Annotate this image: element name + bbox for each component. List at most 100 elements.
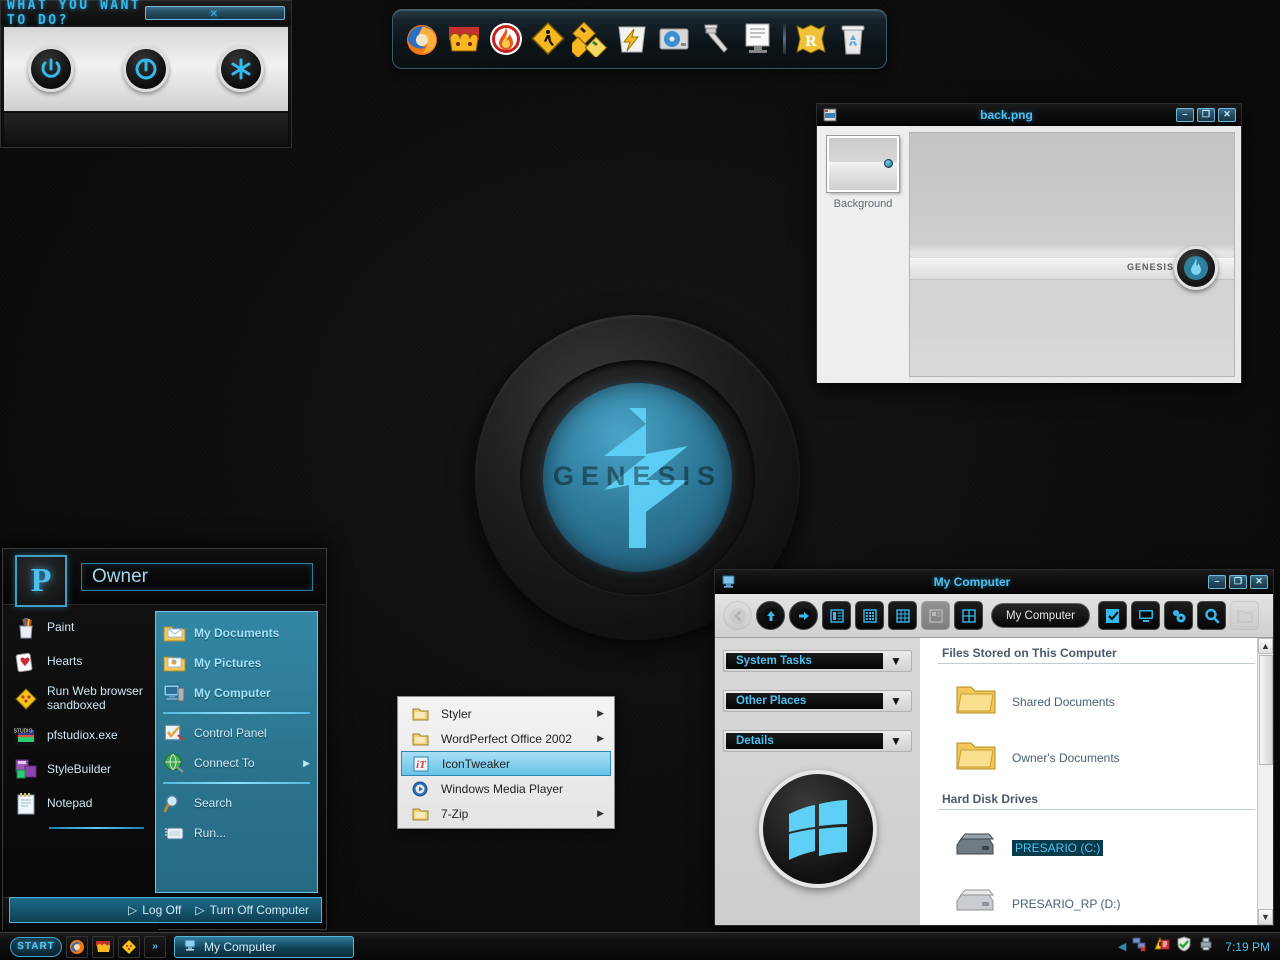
display-tool-button[interactable] <box>1131 601 1161 630</box>
start-menu[interactable]: P Owner Paint Hearts Run Web browser san… <box>2 548 327 931</box>
start-menu-item-paint[interactable]: Paint <box>9 611 155 645</box>
view-list-button[interactable] <box>822 601 851 630</box>
table-row[interactable]: Shared Documents <box>920 674 1273 730</box>
warning-icon[interactable] <box>1154 936 1170 957</box>
restore-button[interactable]: ❐ <box>1197 107 1215 122</box>
taskbar-item-my-computer[interactable]: My Computer <box>174 935 354 958</box>
desktop[interactable]: GENESIS R back.png – ❐ ✕ Background GENE… <box>0 0 1280 960</box>
start-menu-item-hearts[interactable]: Hearts <box>9 645 155 679</box>
start-menu-item-my-computer[interactable]: My Computer <box>161 678 312 708</box>
start-menu-item-my-documents[interactable]: My Documents <box>161 618 312 648</box>
start-menu-item-pfstudiox[interactable]: STUDIO pfstudiox.exe <box>9 719 155 753</box>
dock-item-recycle-bin[interactable] <box>833 17 873 61</box>
quicklaunch-mozilla[interactable] <box>92 935 114 958</box>
taskbar[interactable]: START » My Computer ◀ 7:19 PM <box>0 932 1280 960</box>
restart-button[interactable] <box>122 46 169 92</box>
start-menu-item-stylebuilder[interactable]: StyleBuilder <box>9 753 155 787</box>
start-menu-item-sandbox[interactable]: Run Web browser sandboxed <box>9 679 155 719</box>
dock-item-notepad[interactable] <box>738 17 778 61</box>
shutdown-dialog[interactable]: WHAT YOU WANT TO DO? ✕ <box>0 0 292 148</box>
start-menu-right-column[interactable]: My Documents My Pictures My Computer Con… <box>155 611 318 893</box>
sidebar-panel-other-places[interactable]: Other Places ▼ <box>723 690 912 712</box>
image-canvas[interactable]: GENESIS <box>909 132 1235 377</box>
start-menu-left-column[interactable]: Paint Hearts Run Web browser sandboxed S… <box>3 605 155 897</box>
submenu-item-icontweaker[interactable]: iT IconTweaker <box>401 751 611 776</box>
address-bar[interactable]: My Computer <box>991 603 1091 628</box>
dock-item-flame[interactable] <box>486 17 526 61</box>
dock-item-mozilla[interactable] <box>444 17 484 61</box>
dock-item-brush[interactable] <box>696 17 736 61</box>
table-row[interactable]: PRESARIO_RP (D:) <box>920 876 1273 925</box>
image-viewer-titlebar[interactable]: back.png – ❐ ✕ <box>817 104 1241 126</box>
view-icons-button[interactable] <box>954 601 983 630</box>
forward-button[interactable] <box>789 601 818 630</box>
printer-icon[interactable] <box>1198 936 1214 957</box>
start-menu-footer[interactable]: ▷ Log Off ▷ Turn Off Computer <box>9 897 322 923</box>
dock-item-lightning[interactable] <box>612 17 652 61</box>
scrollbar-thumb[interactable] <box>1259 655 1273 765</box>
my-computer-toolbar[interactable]: My Computer <box>715 594 1273 638</box>
shutdown-dialog-close-button[interactable]: ✕ <box>145 6 285 20</box>
submenu-item[interactable]: WordPerfect Office 2002 ▶ <box>401 726 611 751</box>
network-icon[interactable] <box>1132 936 1148 957</box>
start-menu-item-search[interactable]: Search <box>161 788 312 818</box>
scroll-up-button[interactable]: ▲ <box>1258 638 1273 654</box>
system-tray[interactable]: ◀ 7:19 PM <box>1118 936 1280 957</box>
my-computer-titlebar[interactable]: My Computer – ❐ ✕ <box>715 570 1273 594</box>
folders-tool-button[interactable] <box>1230 601 1260 630</box>
image-viewer-window-buttons[interactable]: – ❐ ✕ <box>1176 107 1241 122</box>
dock-item-firefox[interactable] <box>402 17 442 61</box>
quicklaunch-sandbox[interactable] <box>118 935 140 958</box>
dock-item-cd[interactable] <box>654 17 694 61</box>
view-tiles-button[interactable] <box>888 601 917 630</box>
dock-item-r-shield[interactable]: R <box>791 17 831 61</box>
view-thumbnails-button[interactable] <box>921 601 950 630</box>
submenu-item[interactable]: Styler ▶ <box>401 701 611 726</box>
sidebar-panel-details[interactable]: Details ▼ <box>723 730 912 752</box>
submenu-item[interactable]: 7-Zip ▶ <box>401 801 611 826</box>
submenu-item[interactable]: Windows Media Player <box>401 776 611 801</box>
search-tool-button[interactable] <box>1197 601 1227 630</box>
view-details-button[interactable] <box>855 601 884 630</box>
table-row[interactable]: PRESARIO (C:) <box>920 820 1273 876</box>
minimize-button[interactable]: – <box>1208 574 1226 589</box>
table-row[interactable]: Owner's Documents <box>920 730 1273 786</box>
sidebar-panel-system-tasks[interactable]: System Tasks ▼ <box>723 650 912 672</box>
avatar[interactable]: P <box>15 555 67 607</box>
background-thumbnail[interactable] <box>826 135 900 193</box>
checkbox-tool-button[interactable] <box>1098 601 1128 630</box>
hibernate-button[interactable] <box>217 46 264 92</box>
image-viewer-thumbnail-pane[interactable]: Background <box>817 126 909 383</box>
start-menu-item-connect-to[interactable]: Connect To ▶ <box>161 748 312 778</box>
log-off-button[interactable]: ▷ Log Off <box>128 903 181 917</box>
turn-off-computer-button[interactable]: ▷ Turn Off Computer <box>195 903 309 917</box>
start-menu-item-my-pictures[interactable]: My Pictures <box>161 648 312 678</box>
my-computer-window[interactable]: My Computer – ❐ ✕ My Computer System Tas… <box>714 569 1274 926</box>
chevron-down-icon[interactable]: ▼ <box>883 694 909 708</box>
start-menu-item-notepad[interactable]: Notepad <box>9 787 155 821</box>
quicklaunch-firefox[interactable] <box>66 935 88 958</box>
up-button[interactable] <box>756 601 785 630</box>
programs-submenu[interactable]: Styler ▶ WordPerfect Office 2002 ▶ iT Ic… <box>397 696 615 829</box>
back-button[interactable] <box>723 601 752 630</box>
start-button[interactable]: START <box>10 936 62 957</box>
dock-item-tools[interactable] <box>570 17 610 61</box>
chevron-down-icon[interactable]: ▼ <box>883 654 909 668</box>
start-menu-item-control-panel[interactable]: Control Panel <box>161 718 312 748</box>
scroll-down-button[interactable]: ▼ <box>1258 909 1273 925</box>
image-viewer-window[interactable]: back.png – ❐ ✕ Background GENESIS <box>816 103 1242 383</box>
shutdown-button[interactable] <box>28 46 75 92</box>
clock[interactable]: 7:19 PM <box>1225 940 1270 954</box>
settings-tool-button[interactable] <box>1164 601 1194 630</box>
my-computer-sidebar[interactable]: System Tasks ▼ Other Places ▼ Details ▼ <box>715 638 920 925</box>
vertical-scrollbar[interactable]: ▲ ▼ <box>1257 638 1273 925</box>
my-computer-window-buttons[interactable]: – ❐ ✕ <box>1208 574 1273 589</box>
restore-button[interactable]: ❐ <box>1229 574 1247 589</box>
shield-icon[interactable] <box>1176 936 1192 957</box>
tray-expand-button[interactable]: ◀ <box>1118 940 1126 953</box>
dock-item-pedestrian[interactable] <box>528 17 568 61</box>
app-dock[interactable]: R <box>392 9 887 69</box>
close-button[interactable]: ✕ <box>1250 574 1268 589</box>
quicklaunch-overflow-button[interactable]: » <box>144 935 166 958</box>
my-computer-file-list[interactable]: Files Stored on This Computer Shared Doc… <box>920 638 1273 925</box>
